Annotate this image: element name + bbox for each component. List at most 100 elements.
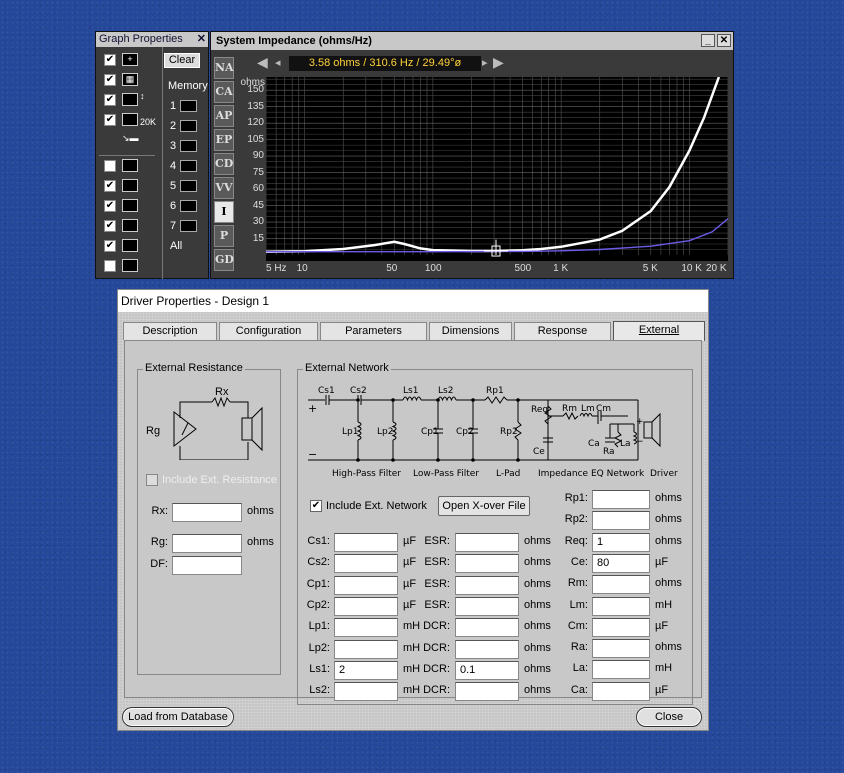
gp-check-mic[interactable]: ✔ [104,220,116,232]
net-input-esr-3[interactable] [455,596,519,616]
memory-swatch [180,200,198,213]
close-icon[interactable]: ✕ [197,32,206,47]
net-input-lm[interactable] [592,596,650,616]
memory-slot-number: 6 [170,200,177,212]
ext-res-input-df[interactable] [172,556,242,575]
net-input-rp2[interactable] [592,511,650,531]
net-input-ca[interactable] [592,681,650,701]
gp-check-crosshair[interactable]: ✔ [104,54,116,66]
schematic-minus-label: − [308,448,317,461]
net-input-rp1[interactable] [592,490,650,509]
tab-ap[interactable]: AP [214,105,234,127]
tab-cd[interactable]: CD [214,153,234,175]
ext-res-input-rg[interactable] [172,534,242,553]
schematic-cm-label: Cm [596,404,611,414]
net-input-cp1[interactable] [334,575,398,595]
tab-configuration[interactable]: Configuration [219,322,318,340]
net-input-rm[interactable] [592,575,650,595]
tab-na[interactable]: NA [214,57,234,79]
tab-p[interactable]: P [214,225,234,247]
gp-check-house[interactable]: ✔ [104,200,116,212]
net-input-ls1[interactable]: 2 [334,660,398,680]
net-right-label: Ra: [570,641,588,654]
net-input-dcr-5[interactable] [455,639,519,659]
clear-button[interactable]: Clear [164,53,200,68]
gp-check-driver1[interactable] [104,160,116,172]
net-input-esr-2[interactable] [455,575,519,595]
memory-slot-2[interactable]: 2 [170,120,198,133]
close-button[interactable]: ✕ [717,34,731,47]
tab-dimensions[interactable]: Dimensions [429,322,512,340]
open-xover-file-button[interactable]: Open X-over File [438,496,530,516]
net-input-ra[interactable] [592,639,650,659]
driver-titlebar[interactable]: Driver Properties - Design 1 [118,290,708,312]
net-input-esr-1[interactable] [455,554,519,574]
memory-swatch [180,140,198,153]
memory-slot-3[interactable]: 3 [170,140,198,153]
graph-properties-titlebar[interactable]: Graph Properties ✕ [96,32,208,47]
ext-res-input-rx[interactable] [172,503,242,522]
x-tick-label: 20 K [706,263,727,274]
schematic-cs2-label: Cs2 [350,386,367,396]
minimize-button[interactable]: _ [701,34,715,47]
include-ext-resistance-checkbox[interactable] [146,474,158,486]
tab-ca[interactable]: CA [214,81,234,103]
net-input-ce[interactable]: 80 [592,553,650,573]
memory-slot-1[interactable]: 1 [170,100,198,113]
forward-arrow-icon[interactable]: ▶ [493,54,504,71]
net-input-cs2[interactable] [334,554,398,574]
x-tick-label: 1 K [553,263,569,274]
net-input-cp2[interactable] [334,596,398,616]
net-unit: µF [403,598,417,611]
net-input-la[interactable] [592,660,650,680]
net-label-2: ESR: [424,535,450,547]
gp-check-speaker-off[interactable]: ✔ [104,240,116,252]
memory-slot-7[interactable]: 7 [170,220,198,233]
net-input-cm[interactable] [592,617,650,637]
tab-i[interactable]: I [214,201,234,223]
tab-response[interactable]: Response [514,322,611,340]
step-back-icon[interactable]: ◂ [275,56,281,69]
load-from-database-button[interactable]: Load from Database [122,707,234,727]
net-label: Cp1: [306,577,330,590]
tab-parameters[interactable]: Parameters [320,322,427,340]
net-input-lp1[interactable] [334,618,398,638]
x-tick-label: 100 [424,263,442,274]
tab-description[interactable]: Description [123,322,217,340]
gp-check-grid[interactable]: ✔ [104,74,116,86]
tab-vv[interactable]: VV [214,177,234,199]
impedance-chart[interactable] [266,77,728,261]
memory-slot-4[interactable]: 4 [170,160,198,173]
memory-all-button[interactable]: All [170,240,182,252]
net-input-dcr-4[interactable] [455,618,519,638]
gp-check-spl[interactable] [104,260,116,272]
grid-icon: ▦ [122,73,138,86]
net-right-unit: ohms [655,641,682,654]
tab-gd[interactable]: GD [214,249,234,271]
memory-slot-5[interactable]: 5 [170,180,198,193]
net-input-lp2[interactable] [334,639,398,659]
net-input-dcr-7[interactable] [455,682,519,702]
impedance-titlebar[interactable]: System Impedance (ohms/Hz) _ ✕ [211,32,733,50]
gp-check-scale[interactable]: ✔ [104,94,116,106]
ext-res-label: DF: [150,558,168,570]
include-ext-network-checkbox[interactable]: ✔ [310,500,322,512]
memory-slot-number: 5 [170,180,177,192]
net-unit: µF [403,556,417,569]
step-forward-icon[interactable]: ▸ [482,56,488,69]
memory-slot-6[interactable]: 6 [170,200,198,213]
gp-check-range[interactable]: ✔ [104,114,116,126]
gp-check-driver2[interactable]: ✔ [104,180,116,192]
back-arrow-icon[interactable]: ◀ [257,54,268,71]
net-input-ls2[interactable] [334,682,398,702]
close-button-bottom[interactable]: Close [636,707,702,727]
x-tick-label: 10 [296,263,308,274]
tab-ep[interactable]: EP [214,129,234,151]
net-input-dcr-6[interactable]: 0.1 [455,660,519,680]
net-input-esr-0[interactable] [455,533,519,552]
net-input-cs1[interactable] [334,533,398,552]
net-right-unit: ohms [655,513,682,526]
graph-properties-title: Graph Properties [99,33,183,45]
net-input-req[interactable]: 1 [592,532,650,552]
tab-external[interactable]: External [613,321,705,341]
